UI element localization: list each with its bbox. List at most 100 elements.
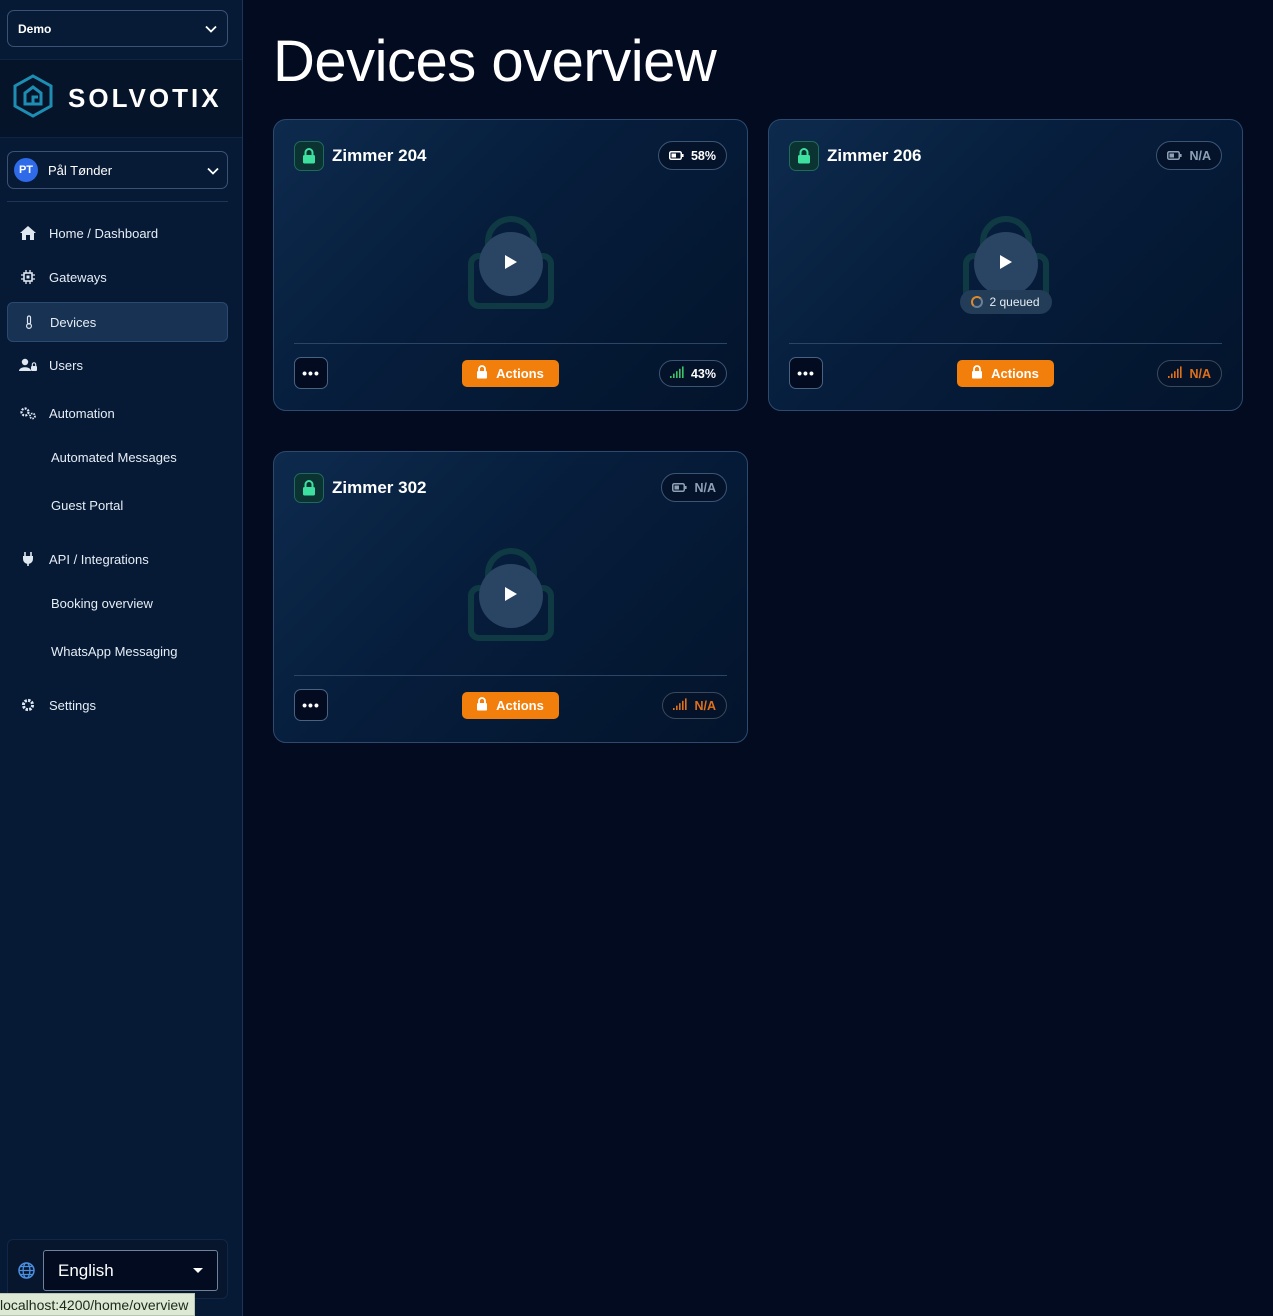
signal-value: N/A: [1189, 366, 1211, 381]
play-icon: [504, 586, 518, 607]
sidebar-subitem-booking-overview[interactable]: Booking overview: [51, 596, 153, 611]
chevron-down-icon: [205, 22, 217, 36]
sidebar-item-devices[interactable]: Devices: [7, 302, 228, 342]
org-select-value: Demo: [18, 21, 52, 36]
sidebar-subitem-automated-messages[interactable]: Automated Messages: [51, 450, 177, 465]
user-lock-icon: [19, 358, 37, 372]
actions-label: Actions: [991, 366, 1039, 381]
sidebar-item-label: Devices: [50, 314, 97, 330]
sidebar-item-label: Home / Dashboard: [49, 225, 159, 241]
lock-icon: [789, 140, 819, 171]
lock-icon: [971, 365, 983, 382]
play-button[interactable]: [478, 564, 543, 628]
brand-name: SOLVOTIX: [68, 83, 222, 113]
device-card: Zimmer 204 58% ••• Actions 43%: [273, 119, 748, 411]
thermometer-icon: [20, 315, 38, 329]
sidebar-item-label: Users: [49, 357, 83, 373]
more-options-button[interactable]: •••: [294, 689, 328, 721]
sidebar-subitem-guest-portal[interactable]: Guest Portal: [51, 498, 123, 513]
battery-value: N/A: [694, 480, 716, 495]
sidebar-divider: [7, 201, 228, 202]
sidebar-item-label: Automation: [49, 405, 115, 421]
signal-icon: [669, 366, 685, 381]
battery-badge: 58%: [657, 141, 727, 170]
ellipsis-icon: •••: [797, 365, 815, 381]
gear-icon: [19, 698, 37, 712]
signal-badge: N/A: [662, 692, 727, 719]
home-icon: [19, 226, 37, 240]
plug-icon: [19, 552, 37, 566]
sidebar-item-automation[interactable]: Automation: [7, 393, 228, 433]
device-card-header: Zimmer 206 N/A: [789, 140, 1222, 171]
actions-button[interactable]: Actions: [956, 360, 1054, 387]
language-select-value: English: [58, 1260, 114, 1280]
device-card-header: Zimmer 302 N/A: [294, 472, 727, 503]
actions-label: Actions: [496, 698, 544, 713]
card-divider: [294, 675, 727, 676]
queued-text: 2 queued: [989, 295, 1040, 309]
spinner-icon: [971, 296, 984, 308]
actions-button[interactable]: Actions: [461, 692, 559, 719]
signal-icon: [1168, 366, 1183, 381]
sidebar: Demo SOLVOTIX PT Pål Tønder Home / Dashb…: [0, 0, 243, 1316]
caret-down-icon: [193, 1268, 203, 1273]
actions-button[interactable]: Actions: [461, 360, 559, 387]
lock-icon: [476, 365, 488, 382]
house-logo-icon: [12, 74, 54, 123]
lock-icon: [294, 140, 324, 171]
sidebar-item-label: Settings: [49, 697, 96, 713]
sidebar-item-api-integrations[interactable]: API / Integrations: [7, 539, 228, 579]
signal-icon: [673, 698, 688, 713]
org-select[interactable]: Demo: [7, 10, 228, 47]
signal-value: 43%: [690, 366, 716, 381]
battery-badge: N/A: [1156, 141, 1222, 170]
device-card: Zimmer 206 N/A 2 queued ••• Actions N/A: [768, 119, 1243, 411]
gears-icon: [19, 406, 37, 420]
sidebar-item-label: Gateways: [49, 269, 107, 285]
sidebar-item-gateways[interactable]: Gateways: [7, 257, 228, 297]
sidebar-item-home[interactable]: Home / Dashboard: [7, 213, 228, 253]
sidebar-item-settings[interactable]: Settings: [7, 685, 228, 725]
device-name: Zimmer 206: [827, 145, 922, 165]
sidebar-item-users[interactable]: Users: [7, 345, 228, 385]
play-icon: [999, 254, 1013, 275]
queued-badge: 2 queued: [959, 290, 1052, 314]
battery-icon: [1167, 149, 1183, 163]
battery-value: N/A: [1189, 148, 1211, 163]
page-title: Devices overview: [273, 29, 717, 94]
play-button[interactable]: [973, 232, 1038, 296]
device-name: Zimmer 302: [332, 477, 427, 497]
language-select[interactable]: English: [43, 1250, 218, 1291]
lock-icon: [476, 697, 488, 714]
sidebar-subitem-whatsapp-messaging[interactable]: WhatsApp Messaging: [51, 644, 177, 659]
device-card: Zimmer 302 N/A ••• Actions N/A: [273, 451, 748, 743]
user-select[interactable]: PT Pål Tønder: [7, 151, 228, 189]
lock-icon: [294, 472, 324, 503]
battery-badge: N/A: [661, 473, 727, 502]
brand-logo: SOLVOTIX: [0, 59, 242, 138]
battery-value: 58%: [690, 148, 716, 163]
battery-icon: [672, 481, 688, 495]
user-name: Pål Tønder: [48, 162, 113, 178]
more-options-button[interactable]: •••: [294, 357, 328, 389]
signal-value: N/A: [694, 698, 716, 713]
play-button[interactable]: [478, 232, 543, 296]
globe-icon: [18, 1262, 35, 1284]
actions-label: Actions: [496, 366, 544, 381]
battery-icon: [668, 149, 684, 163]
signal-badge: 43%: [658, 360, 727, 387]
status-bar-url: localhost:4200/home/overview: [0, 1293, 196, 1316]
card-divider: [789, 343, 1222, 344]
more-options-button[interactable]: •••: [789, 357, 823, 389]
sidebar-item-label: API / Integrations: [49, 551, 149, 567]
language-switcher: English: [7, 1239, 228, 1299]
avatar: PT: [14, 158, 38, 182]
device-name: Zimmer 204: [332, 145, 427, 165]
chevron-down-icon: [207, 163, 219, 178]
signal-badge: N/A: [1157, 360, 1222, 387]
play-icon: [504, 254, 518, 275]
device-card-header: Zimmer 204 58%: [294, 140, 727, 171]
chip-icon: [19, 270, 37, 284]
ellipsis-icon: •••: [302, 365, 320, 381]
ellipsis-icon: •••: [302, 697, 320, 713]
